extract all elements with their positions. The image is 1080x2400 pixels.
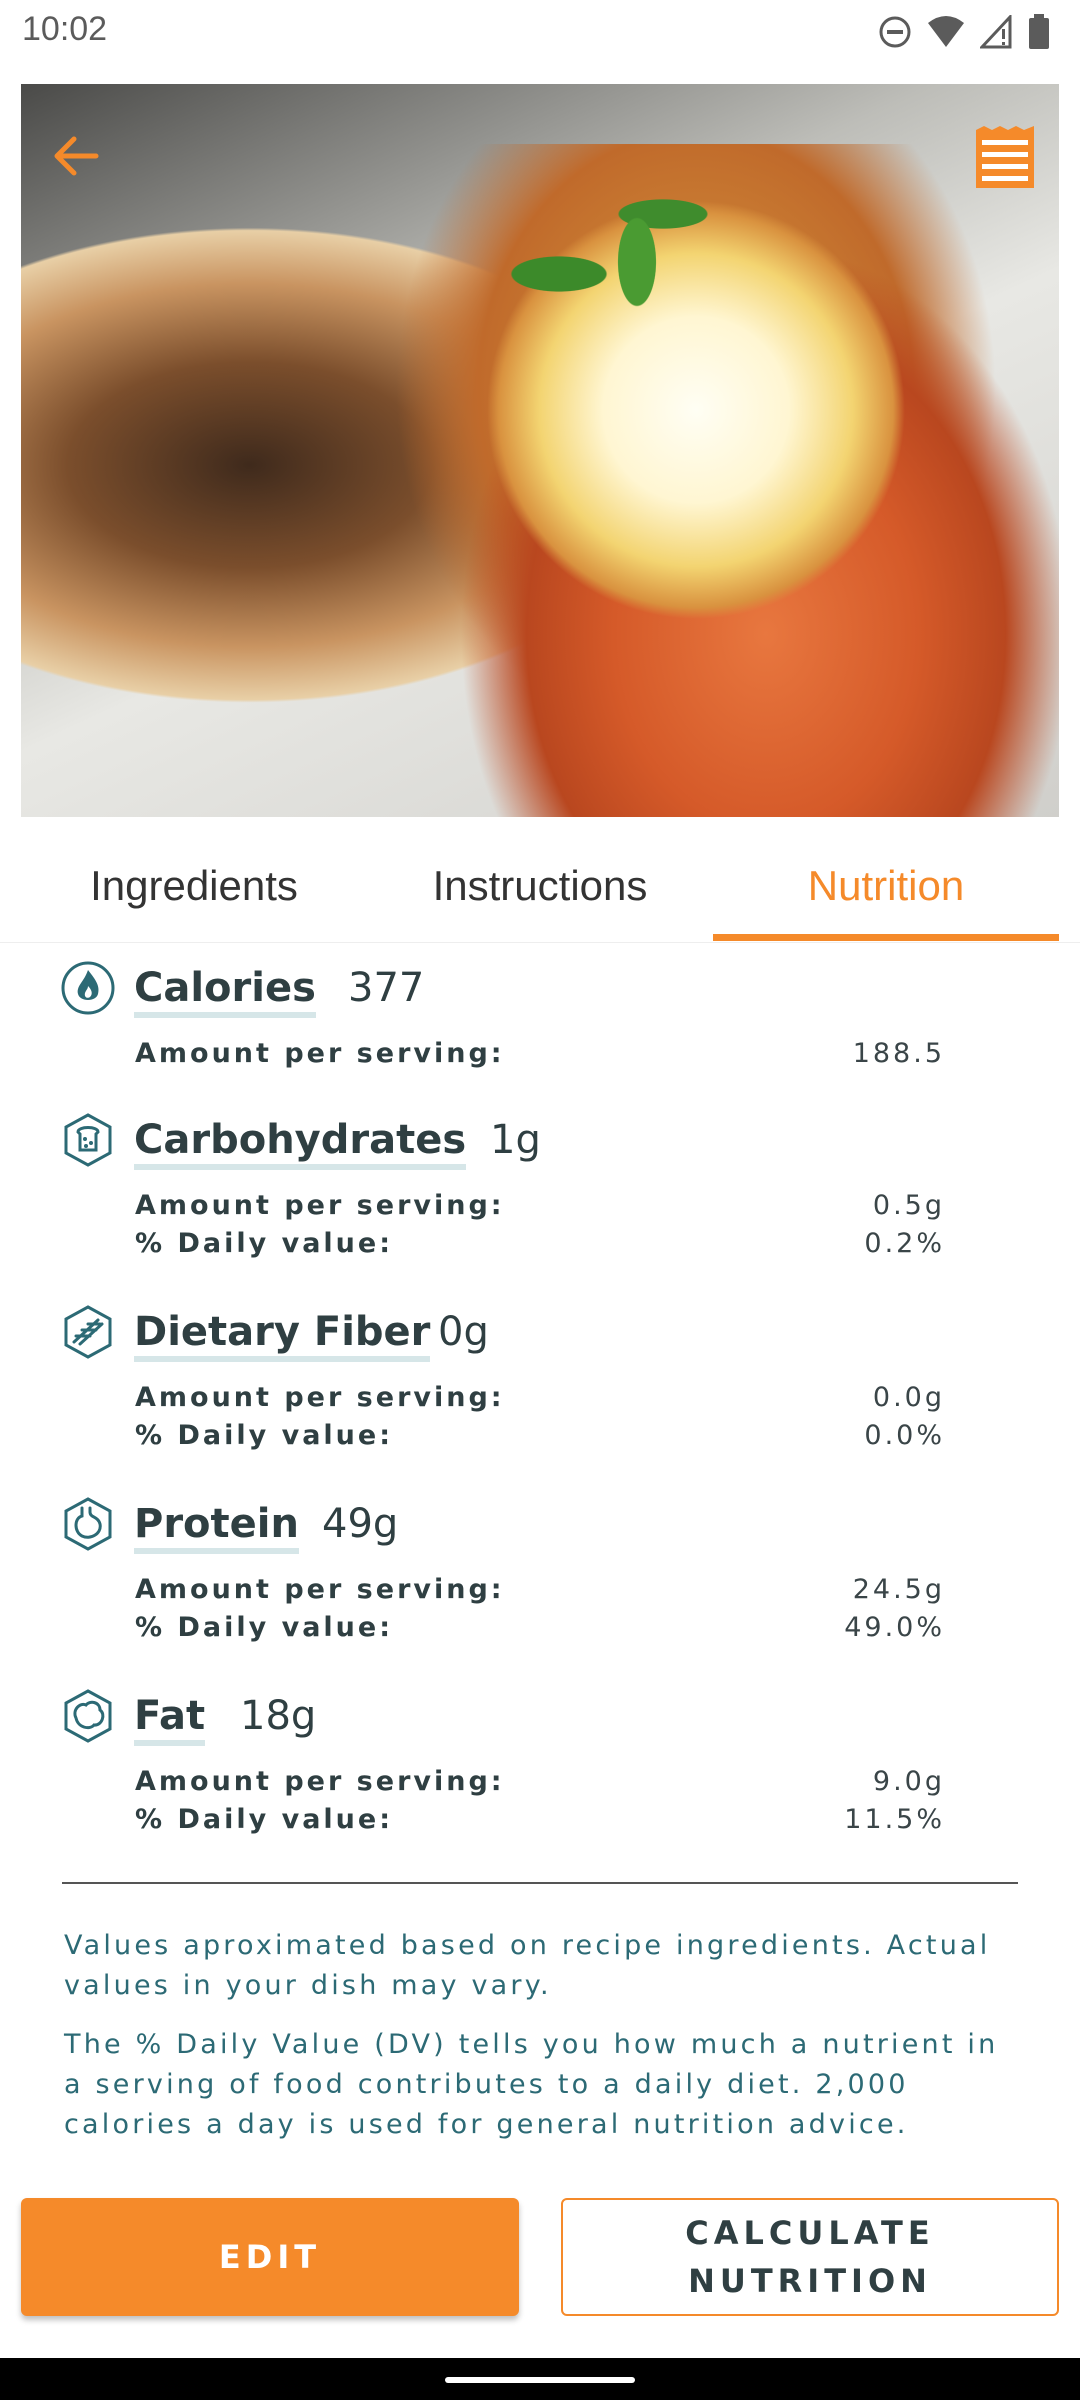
edit-button[interactable]: EDIT [21,2198,519,2316]
tab-nutrition[interactable]: Nutrition [713,830,1059,942]
battery-icon [1029,14,1049,49]
disclaimer-note: Values aproximated based on recipe ingre… [64,1930,991,2001]
row-label: % Daily value: [135,1804,393,1835]
row-value: 0.2% [864,1228,945,1259]
row-value: 11.5% [844,1804,945,1835]
nutrient-name: Calories [134,964,316,1018]
nutrient-name: Dietary Fiber [134,1308,431,1362]
calculate-nutrition-button[interactable]: CALCULATE NUTRITION [561,2198,1059,2316]
recipe-photo [21,84,1059,817]
nutrient-total: 49g [322,1501,399,1547]
row-label: Amount per serving: [135,1574,505,1605]
nutrient-total: 0g [438,1309,489,1355]
home-gesture-handle[interactable] [445,2377,635,2383]
status-icons [878,12,1050,52]
row-label: % Daily value: [135,1420,393,1451]
cell-signal-icon [980,15,1012,49]
status-time: 10:02 [22,10,108,48]
row-value: 49.0% [844,1612,945,1643]
row-value: 0.0g [872,1382,945,1413]
back-button[interactable] [46,126,106,186]
nutrient-total: 18g [240,1693,317,1739]
row-value: 188.5 [852,1038,945,1069]
do-not-disturb-icon [879,16,911,48]
photo-garnish [481,154,741,394]
fiber-icon [64,1305,112,1359]
arrow-left-icon [54,136,99,176]
calculate-nutrition-label: CALCULATE NUTRITION [685,2214,935,2300]
fat-icon [64,1689,112,1743]
row-value: 0.0% [864,1420,945,1451]
stomach-icon [64,1497,112,1551]
row-label: Amount per serving: [135,1382,505,1413]
tab-instructions[interactable]: Instructions [367,830,713,942]
wifi-icon [928,16,964,47]
recipe-menu-button[interactable] [974,124,1036,190]
nutrient-total: 1g [490,1117,541,1163]
nutrient-total: 377 [348,965,425,1011]
divider [62,1882,1018,1884]
row-label: % Daily value: [135,1228,393,1259]
bread-icon [64,1113,112,1167]
tab-ingredients[interactable]: Ingredients [21,830,367,942]
row-value: 9.0g [872,1766,945,1797]
row-label: Amount per serving: [135,1766,505,1797]
row-value: 0.5g [872,1190,945,1221]
active-tab-indicator [713,934,1059,941]
row-label: Amount per serving: [135,1038,505,1069]
receipt-list-icon [976,126,1034,188]
row-label: % Daily value: [135,1612,393,1643]
tab-bar: Ingredients Instructions Nutrition [0,830,1080,943]
nutrient-name: Fat [134,1692,206,1746]
row-value: 24.5g [852,1574,945,1605]
daily-value-note: The % Daily Value (DV) tells you how muc… [64,2029,999,2140]
status-bar: 10:02 [0,0,1080,62]
flame-icon [61,961,115,1015]
row-label: Amount per serving: [135,1190,505,1221]
nutrient-name: Protein [134,1500,299,1554]
nutrient-name: Carbohydrates [134,1116,467,1170]
